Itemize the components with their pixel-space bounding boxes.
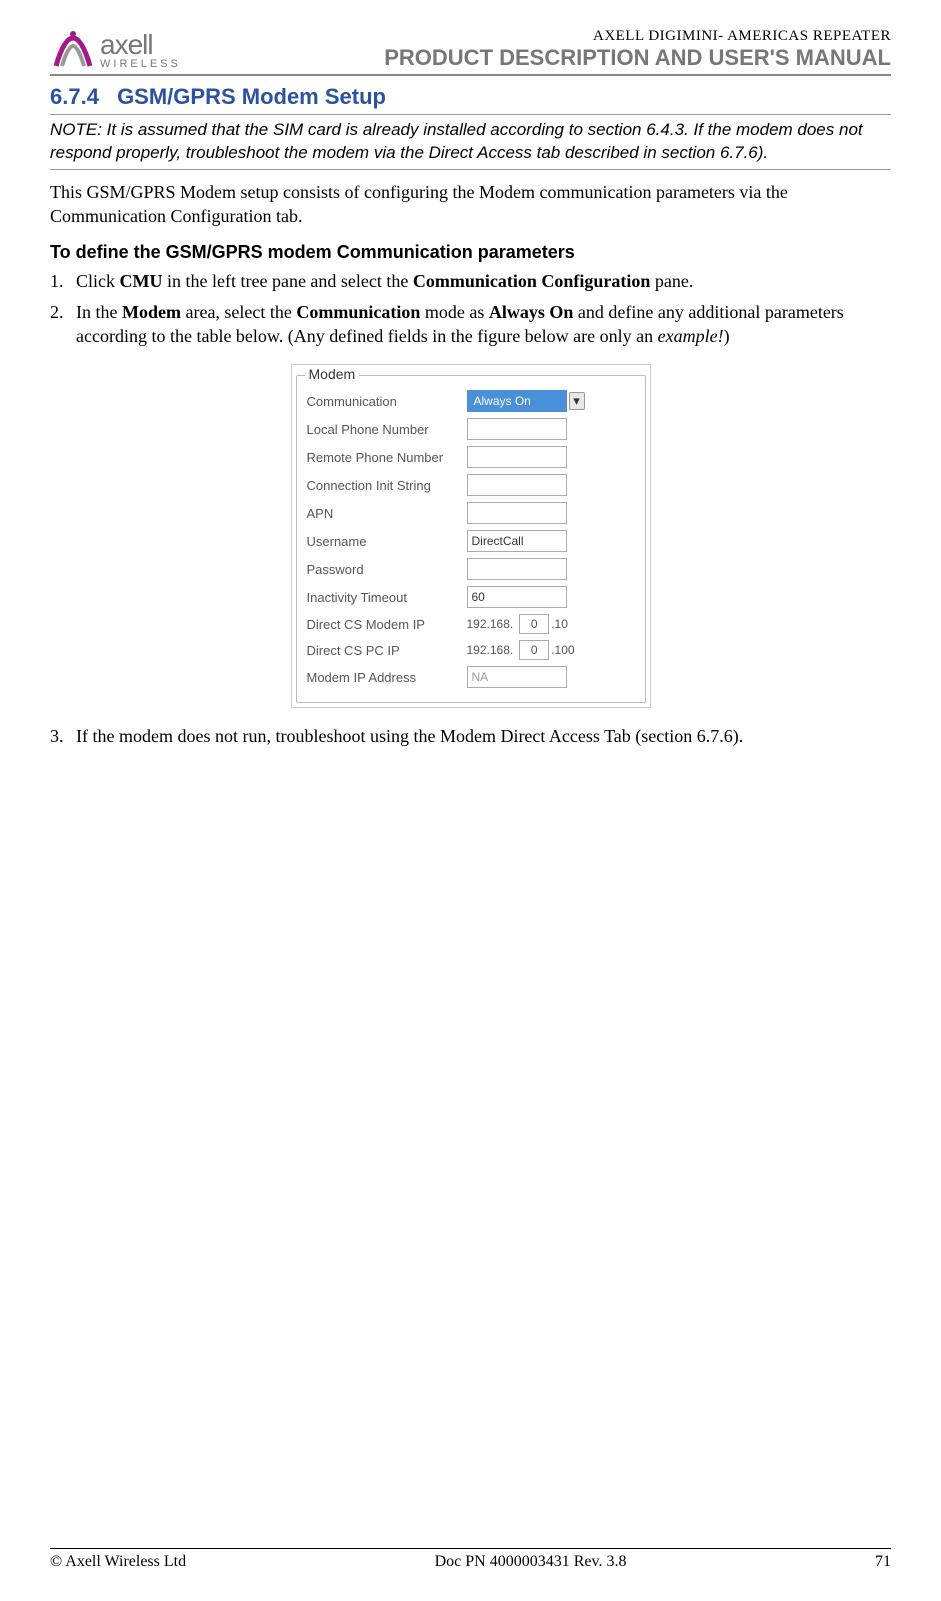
ip-octet-modem[interactable]: 0: [519, 614, 549, 634]
select-communication[interactable]: Always On: [467, 390, 567, 412]
row-conn-init: Connection Init String: [307, 474, 635, 496]
step-3: If the modem does not run, troubleshoot …: [68, 724, 891, 748]
input-local-phone[interactable]: [467, 418, 567, 440]
logo-text: axell WIRELESS: [100, 31, 181, 70]
ip-suffix-modem: .10: [551, 617, 568, 631]
label-password: Password: [307, 562, 467, 577]
intro-paragraph: This GSM/GPRS Modem setup consists of co…: [50, 180, 891, 229]
doc-title-large: PRODUCT DESCRIPTION AND USER'S MANUAL: [384, 45, 891, 71]
logo-company: axell: [100, 31, 181, 59]
label-cs-modem-ip: Direct CS Modem IP: [307, 617, 467, 632]
input-inactivity[interactable]: 60: [467, 586, 567, 608]
label-cs-pc-ip: Direct CS PC IP: [307, 643, 467, 658]
modem-legend: Modem: [305, 366, 360, 382]
section-number: 6.7.4: [50, 84, 99, 109]
input-password[interactable]: [467, 558, 567, 580]
chevron-down-icon[interactable]: ▾: [569, 392, 585, 410]
footer-center: Doc PN 4000003431 Rev. 3.8: [435, 1553, 627, 1571]
header-right: AXELL DIGIMINI- AMERICAS REPEATER PRODUC…: [384, 28, 891, 71]
ip-prefix-pc: 192.168.: [467, 643, 514, 657]
subheading: To define the GSM/GPRS modem Communicati…: [50, 242, 891, 263]
footer-right: 71: [875, 1553, 891, 1571]
footer-left: © Axell Wireless Ltd: [50, 1553, 186, 1571]
doc-title-small: AXELL DIGIMINI- AMERICAS REPEATER: [384, 28, 891, 45]
row-remote-phone: Remote Phone Number: [307, 446, 635, 468]
label-modem-ip: Modem IP Address: [307, 670, 467, 685]
steps-list: Click CMU in the left tree pane and sele…: [50, 269, 891, 348]
label-communication: Communication: [307, 394, 467, 409]
ip-octet-pc[interactable]: 0: [519, 640, 549, 660]
input-modem-ip[interactable]: NA: [467, 666, 567, 688]
row-password: Password: [307, 558, 635, 580]
page-footer: © Axell Wireless Ltd Doc PN 4000003431 R…: [50, 1548, 891, 1571]
page-header: axell WIRELESS AXELL DIGIMINI- AMERICAS …: [50, 28, 891, 76]
row-inactivity: Inactivity Timeout 60: [307, 586, 635, 608]
label-inactivity: Inactivity Timeout: [307, 590, 467, 605]
input-remote-phone[interactable]: [467, 446, 567, 468]
input-apn[interactable]: [467, 502, 567, 524]
ip-prefix-modem: 192.168.: [467, 617, 514, 631]
step-1: Click CMU in the left tree pane and sele…: [68, 269, 891, 293]
row-cs-pc-ip: Direct CS PC IP 192.168. 0 .100: [307, 640, 635, 660]
section-heading: 6.7.4 GSM/GPRS Modem Setup: [50, 84, 891, 110]
logo-block: axell WIRELESS: [50, 28, 181, 72]
row-modem-ip: Modem IP Address NA: [307, 666, 635, 688]
label-remote-phone: Remote Phone Number: [307, 450, 467, 465]
axell-logo-icon: [50, 28, 96, 72]
label-local-phone: Local Phone Number: [307, 422, 467, 437]
row-communication: Communication Always On ▾: [307, 390, 635, 412]
input-conn-init[interactable]: [467, 474, 567, 496]
ip-suffix-pc: .100: [551, 643, 574, 657]
row-cs-modem-ip: Direct CS Modem IP 192.168. 0 .10: [307, 614, 635, 634]
row-username: Username DirectCall: [307, 530, 635, 552]
logo-company-sub: WIRELESS: [100, 59, 181, 70]
label-username: Username: [307, 534, 467, 549]
label-apn: APN: [307, 506, 467, 521]
label-conn-init: Connection Init String: [307, 478, 467, 493]
row-local-phone: Local Phone Number: [307, 418, 635, 440]
modem-figure: Modem Communication Always On ▾ Local Ph…: [291, 364, 651, 708]
input-username[interactable]: DirectCall: [467, 530, 567, 552]
section-title: GSM/GPRS Modem Setup: [117, 84, 386, 109]
steps-list-continued: If the modem does not run, troubleshoot …: [50, 724, 891, 748]
row-apn: APN: [307, 502, 635, 524]
step-2: In the Modem area, select the Communicat…: [68, 300, 891, 349]
modem-fieldset: Modem Communication Always On ▾ Local Ph…: [296, 375, 646, 703]
note-box: NOTE: It is assumed that the SIM card is…: [50, 114, 891, 170]
